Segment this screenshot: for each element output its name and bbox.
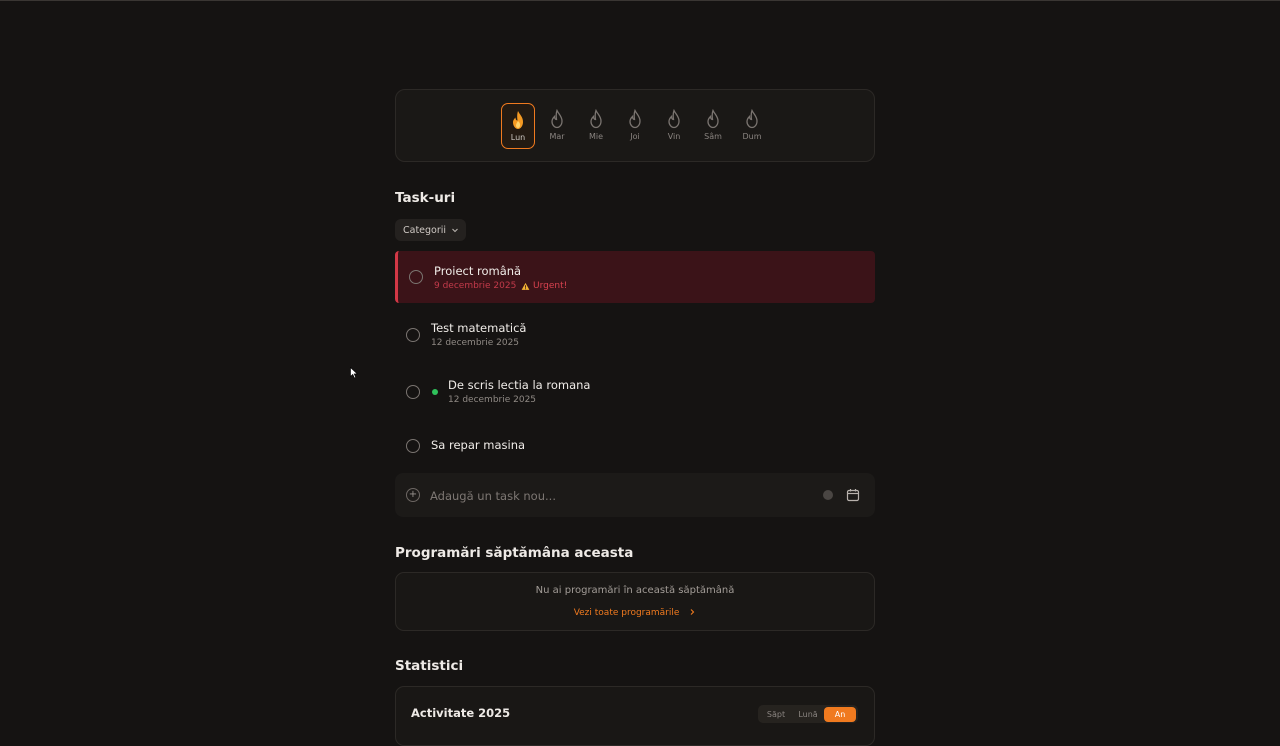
stats-section-title: Statistici — [395, 658, 464, 674]
window-top-border — [0, 0, 1280, 1]
task-checkbox[interactable] — [406, 385, 420, 399]
streak-day-mie[interactable]: Mie — [579, 103, 613, 149]
task-due-date: 12 decembrie 2025 — [431, 338, 520, 348]
streak-day-label: Joi — [630, 132, 640, 141]
flame-outline-icon — [746, 109, 758, 129]
streak-day-label: Sâm — [704, 132, 722, 141]
see-all-label: Vezi toate programările — [573, 608, 680, 618]
task-item[interactable]: Proiect română 9 decembrie 2025 Urgent! — [395, 251, 875, 303]
task-item[interactable]: Test matematică 12 decembrie 2025 — [395, 308, 875, 360]
streak-day-label: Mar — [549, 132, 565, 141]
flame-outline-icon — [551, 109, 563, 129]
task-checkbox[interactable] — [409, 270, 423, 284]
streak-day-lun[interactable]: Lun — [501, 103, 535, 149]
task-item[interactable]: De scris lectia la romana 12 decembrie 2… — [395, 366, 875, 418]
activity-title: Activitate 2025 — [411, 706, 511, 720]
plus-icon[interactable]: + — [406, 488, 420, 502]
category-filter-dropdown[interactable]: Categorii — [395, 219, 466, 241]
chevron-down-icon — [452, 228, 458, 233]
weekly-streak-card: Lun Mar Mie Joi Vin Sâm Dum — [395, 89, 875, 162]
streak-day-label: Vin — [667, 132, 681, 141]
appointments-section-title: Programări săptămâna aceasta — [395, 545, 634, 561]
add-task-bar: + — [395, 473, 875, 517]
activity-stats-card: Activitate 2025 Săpt Lună An — [395, 686, 875, 746]
task-checkbox[interactable] — [406, 439, 420, 453]
task-title: Test matematică — [431, 321, 527, 335]
period-year-button[interactable]: An — [824, 706, 856, 722]
streak-day-label: Mie — [588, 132, 604, 141]
priority-selector[interactable] — [823, 490, 833, 500]
urgent-label: Urgent! — [533, 281, 568, 291]
streak-day-mar[interactable]: Mar — [540, 103, 574, 149]
task-title: De scris lectia la romana — [448, 378, 591, 392]
streak-days: Lun Mar Mie Joi Vin Sâm Dum — [501, 103, 769, 149]
task-due-date: 9 decembrie 2025 — [434, 281, 517, 291]
flame-icon — [513, 111, 523, 129]
flame-outline-icon — [668, 109, 680, 129]
category-dot — [432, 389, 438, 395]
add-task-input[interactable] — [428, 485, 792, 507]
chevron-right-icon — [690, 609, 695, 615]
streak-day-label: Lun — [510, 133, 526, 142]
appointments-empty-text: Nu ai programări în această săptămână — [535, 585, 735, 596]
calendar-icon[interactable] — [846, 488, 860, 502]
period-toggle: Săpt Lună An — [758, 705, 858, 723]
see-all-appointments-link[interactable]: Vezi toate programările — [396, 608, 874, 618]
flame-outline-icon — [707, 109, 719, 129]
period-week-button[interactable]: Săpt — [760, 707, 792, 722]
urgent-badge: Urgent! — [521, 281, 567, 291]
streak-day-label: Dum — [742, 132, 762, 141]
flame-outline-icon — [629, 109, 641, 129]
streak-day-vin[interactable]: Vin — [657, 103, 691, 149]
task-title: Sa repar masina — [431, 438, 526, 452]
category-filter-label: Categorii — [403, 224, 447, 236]
task-title: Proiect română — [434, 264, 522, 278]
streak-day-joi[interactable]: Joi — [618, 103, 652, 149]
period-month-button[interactable]: Lună — [792, 707, 824, 722]
appointments-empty-card: Nu ai programări în această săptămână Ve… — [395, 572, 875, 631]
streak-day-dum[interactable]: Dum — [735, 103, 769, 149]
warning-icon — [521, 282, 530, 290]
tasks-section-title: Task-uri — [395, 190, 456, 206]
flame-outline-icon — [590, 109, 602, 129]
task-checkbox[interactable] — [406, 328, 420, 342]
streak-day-sam[interactable]: Sâm — [696, 103, 730, 149]
task-due-date: 12 decembrie 2025 — [448, 395, 537, 405]
mouse-cursor-icon — [350, 367, 358, 379]
task-item[interactable]: Sa repar masina — [395, 420, 875, 472]
